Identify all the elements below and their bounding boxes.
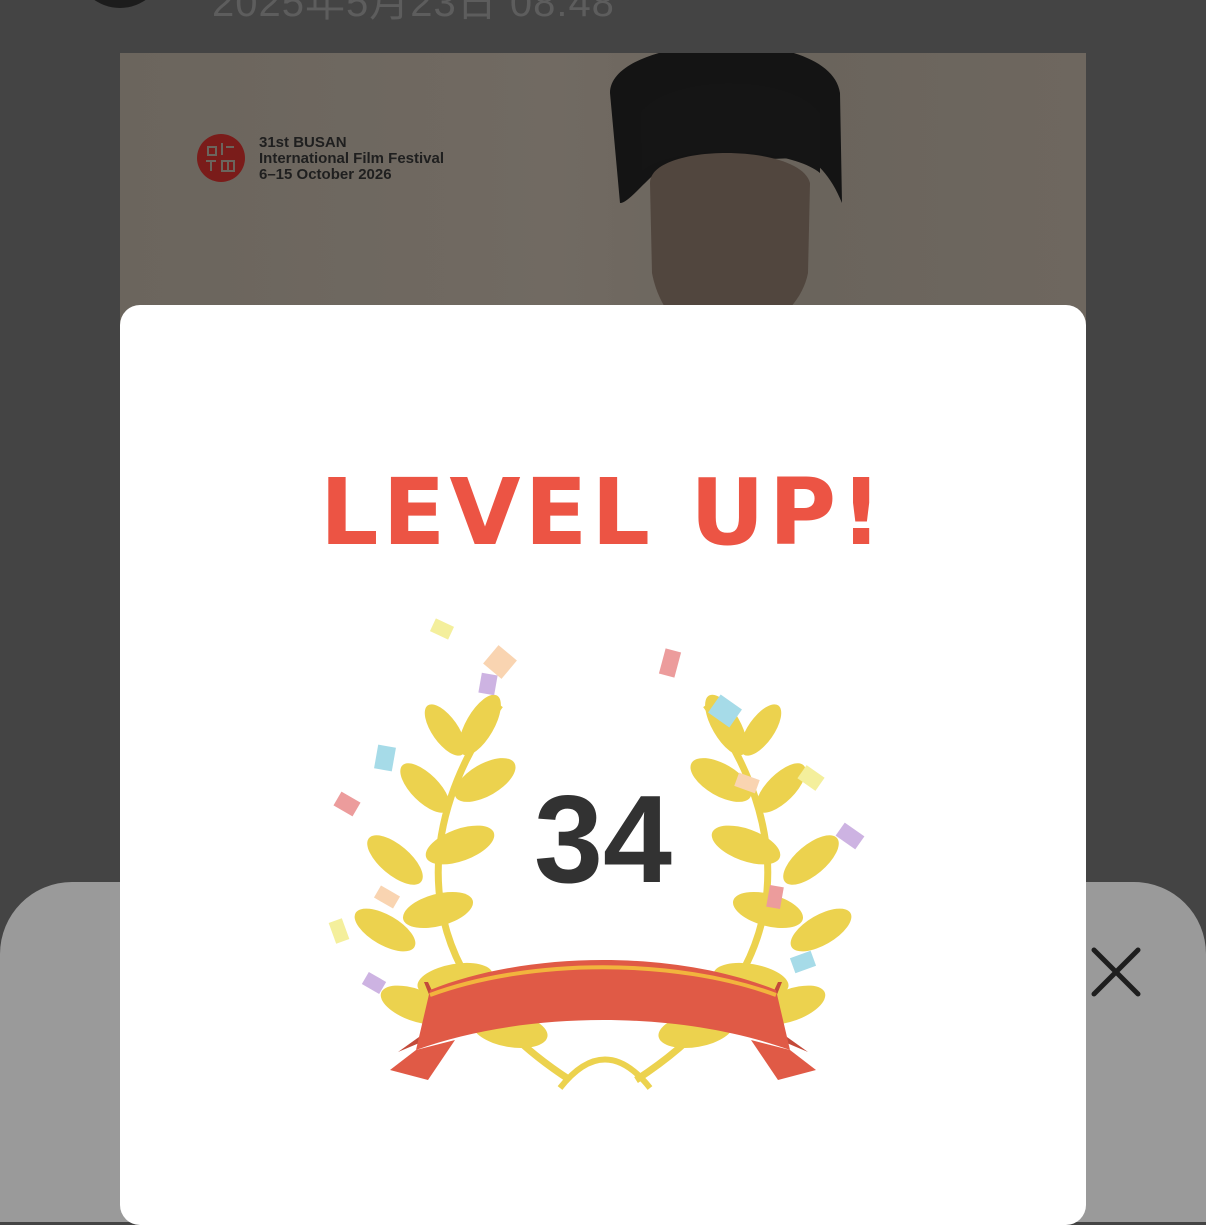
festival-name: International Film Festival bbox=[259, 150, 445, 167]
level-number: 34 bbox=[534, 771, 672, 909]
festival-logo-icon bbox=[197, 134, 245, 182]
close-icon[interactable] bbox=[1088, 942, 1144, 1002]
festival-poster-text: 31st BUSAN International Film Festival 6… bbox=[259, 135, 444, 183]
level-up-title: LEVEL UP! bbox=[319, 459, 887, 566]
post-timestamp: 2025年5月23日 08:48 bbox=[212, 0, 615, 25]
avatar bbox=[78, 0, 162, 8]
festival-edition: 31st BUSAN bbox=[259, 134, 347, 151]
festival-dates: 6–15 October 2026 bbox=[259, 166, 392, 183]
